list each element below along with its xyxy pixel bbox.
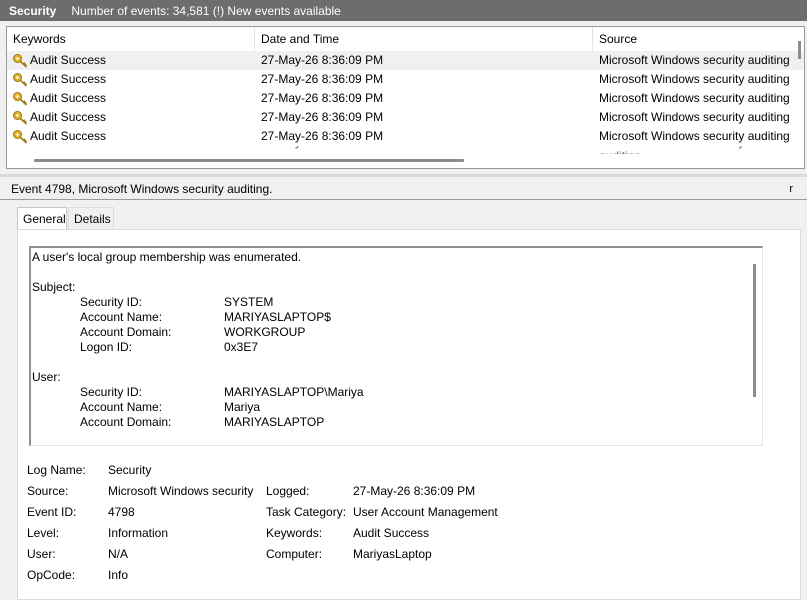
row-datetime: 27-May-26 8:36:09 PM — [261, 53, 384, 67]
row-source: Microsoft Windows security auditing. — [599, 129, 789, 143]
key-icon — [13, 54, 28, 68]
event-row[interactable]: Audit Success 27-May-26 8:36:09 PM Micro… — [7, 89, 804, 108]
event-detail-title: Event 4798, Microsoft Windows security a… — [11, 182, 273, 196]
level-value: Information — [108, 526, 169, 540]
user-account-domain-value: MARIYASLAPTOP — [224, 415, 325, 429]
subject-title: Subject: — [32, 280, 76, 294]
keywords-label: Keywords: — [266, 526, 323, 540]
logged-value: 27-May-26 8:36:09 PM — [353, 484, 476, 498]
opcode-value: Info — [108, 568, 129, 582]
column-header-source[interactable]: Source — [593, 27, 804, 51]
event-row[interactable]: Audit Success 27-May-26 8:36:09 PM Micro… — [7, 108, 804, 127]
row-keyword: Audit Success — [30, 146, 250, 154]
event-id-label: Event ID: — [27, 505, 77, 519]
task-category-label: Task Category: — [266, 505, 347, 519]
row-datetime: 27-May-26 8:36:09 PM — [261, 146, 581, 154]
event-list-header: Keywords Date and Time Source — [7, 27, 804, 51]
row-source: Microsoft Windows security auditing. — [599, 146, 789, 154]
log-name-label: Log Name: — [27, 463, 86, 477]
user-account-name-value: Mariya — [224, 400, 261, 414]
key-icon — [13, 130, 28, 144]
column-header-date-time[interactable]: Date and Time — [255, 27, 593, 51]
vertical-scroll-thumb[interactable] — [798, 41, 801, 59]
subject-account-domain-label: Account Domain: — [80, 325, 172, 339]
event-row-partial[interactable]: Audit Success 27-May-26 8:36:09 PM Micro… — [7, 146, 804, 154]
user-title: User: — [32, 370, 61, 384]
tab-details[interactable]: Details — [68, 207, 114, 229]
event-count-status: Number of events: 34,581 (!) New events … — [71, 3, 341, 18]
row-datetime: 27-May-26 8:36:09 PM — [261, 110, 384, 124]
keywords-value: Audit Success — [353, 526, 430, 540]
log-name-value: Security — [108, 463, 152, 477]
subject-security-id-value: SYSTEM — [224, 295, 274, 309]
row-keyword: Audit Success — [30, 110, 107, 124]
row-keyword: Audit Success — [30, 53, 107, 67]
row-source: Microsoft Windows security auditing. — [599, 110, 789, 124]
logged-label: Logged: — [266, 484, 310, 498]
subject-account-domain-value: WORKGROUP — [224, 325, 306, 339]
user-label: User: — [27, 547, 56, 561]
log-title-bar: Security Number of events: 34,581 (!) Ne… — [0, 0, 807, 21]
horizontal-scroll-thumb[interactable] — [34, 159, 464, 162]
column-header-keywords[interactable]: Keywords — [7, 27, 255, 51]
description-scroll-thumb[interactable] — [753, 264, 756, 397]
row-source: Microsoft Windows security auditing. — [599, 72, 789, 86]
row-source: Microsoft Windows security auditing. — [599, 91, 789, 105]
level-label: Level: — [27, 526, 60, 540]
user-account-name-label: Account Name: — [80, 400, 163, 414]
opcode-label: OpCode: — [27, 568, 76, 582]
subject-account-name-value: MARIYASLAPTOP$ — [224, 310, 331, 324]
task-category-value: User Account Management — [353, 505, 498, 519]
source-label: Source: — [27, 484, 69, 498]
row-keyword: Audit Success — [30, 72, 107, 86]
computer-label: Computer: — [266, 547, 323, 561]
row-keyword: Audit Success — [30, 129, 107, 143]
source-value: Microsoft Windows security — [108, 484, 254, 498]
row-source: Microsoft Windows security auditing. — [599, 53, 789, 67]
event-id-value: 4798 — [108, 505, 135, 519]
subject-logon-id-value: 0x3E7 — [224, 340, 259, 354]
subject-account-name-label: Account Name: — [80, 310, 163, 324]
event-row[interactable]: Audit Success 27-May-26 8:36:09 PM Micro… — [7, 51, 804, 70]
computer-value: MariyasLaptop — [353, 547, 432, 561]
subject-logon-id-label: Logon ID: — [80, 340, 133, 354]
key-icon — [13, 92, 28, 106]
user-security-id-value: MARIYASLAPTOP\Mariya — [224, 385, 364, 399]
tab-general[interactable]: General — [17, 207, 67, 229]
log-name-title: Security — [9, 3, 57, 18]
user-account-domain-label: Account Domain: — [80, 415, 172, 429]
event-detail-header: Event 4798, Microsoft Windows security a… — [0, 179, 807, 200]
event-row[interactable]: Audit Success 27-May-26 8:36:09 PM Micro… — [7, 70, 804, 89]
event-list[interactable]: Keywords Date and Time Source Audit Succ… — [6, 26, 805, 169]
event-row[interactable]: Audit Success 27-May-26 8:36:09 PM Micro… — [7, 127, 804, 146]
user-security-id-label: Security ID: — [80, 385, 143, 399]
close-detail-icon[interactable]: r — [789, 179, 793, 200]
row-datetime: 27-May-26 8:36:09 PM — [261, 91, 384, 105]
description-summary: A user's local group membership was enum… — [32, 250, 302, 264]
subject-security-id-label: Security ID: — [80, 295, 143, 309]
key-icon — [13, 73, 28, 87]
row-keyword: Audit Success — [30, 91, 107, 105]
pane-splitter[interactable] — [0, 174, 807, 177]
row-datetime: 27-May-26 8:36:09 PM — [261, 72, 384, 86]
key-icon — [13, 111, 28, 125]
horizontal-scrollbar[interactable] — [7, 154, 804, 168]
user-value: N/A — [108, 547, 129, 561]
row-datetime: 27-May-26 8:36:09 PM — [261, 129, 384, 143]
